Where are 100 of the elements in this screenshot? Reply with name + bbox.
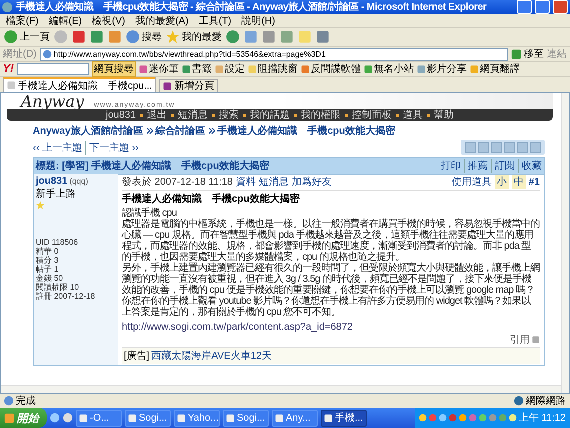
use-tools-link[interactable]: 使用道具	[452, 175, 492, 189]
ad-label: [廣告]	[124, 350, 150, 363]
post-link[interactable]: 短消息	[259, 175, 289, 189]
clock: 上午 11:12	[518, 412, 566, 425]
post-paragraph: 處理器是電腦的中樞系統，手機也是一樣。以往一般消費者在購買手機的時候，容易忽視手機當中的心臟 — cpu 規格。而在智慧型手機與 pda 手機越來越普及之後，這類手機往往需要處理大量的應用程式，而處理器的效能、規格，都會影響到手機的處理速度，漸漸受到消費者的討論。而非 pda 型的手機，也因需要處理大量的多媒體檔案，cpu 的規格也隨之提升。	[122, 219, 540, 263]
toolbar-item-icon	[470, 64, 479, 74]
author-stat: 閱讀權限 10	[36, 283, 80, 292]
toolbar-item-icon	[417, 64, 426, 74]
author-stat: 金錢 50	[36, 274, 64, 283]
address-label: 網址(D)	[3, 48, 37, 61]
nav-link[interactable]: 退出	[147, 108, 168, 122]
toolbar-item-icon	[301, 64, 310, 74]
zone-text: 網際網路	[526, 395, 566, 408]
post-link[interactable]: 資料	[236, 175, 256, 189]
post-paragraph: 另外，手機上建置內建瀏覽器已經有很久的一段時間了，但受限於頻寬大小與硬體效能，讓手機上網瀏覽的功能一直沒有被重視，但在進入 3g / 3.5g 的時代後，頻寬已經不是問題了，接下來便是手機效能的改善，手機的 cpu 便是手機效能的重要關鍵，你想要在你的手機上可以瀏覽 google map 嗎？你想在你的手機上觀看 youtube 影片嗎？你還想在手機上有許多方便易用的 widget 軟體嗎？如果以上答案是肯定的，那有關於手機的 cpu 您不可不知。	[122, 263, 540, 318]
author-stat: UID 118506	[36, 238, 80, 247]
window-icon	[324, 414, 333, 422]
menu-item[interactable]: 編輯(E)	[48, 14, 82, 28]
toolbar-button[interactable]: 反間諜軟體	[301, 62, 361, 76]
window-icon	[275, 414, 284, 422]
nav-link[interactable]: 控制面板	[352, 108, 392, 122]
toolbar-button[interactable]: 影片分享	[417, 62, 467, 76]
toolbar-button[interactable]: 迷你筆	[139, 62, 179, 76]
address-field[interactable]: http://www.anyway.com.tw/bbs/viewthread.php?tid=53546&extra=page%3D1	[40, 48, 508, 60]
toolbar-button[interactable]: 上一頁	[4, 30, 50, 44]
thread-title: 標題: [學習] 手機達人必備知識 手機cpu效能大揭密	[36, 160, 270, 173]
nav-link[interactable]: 幫助	[434, 108, 454, 122]
toolbar-button[interactable]: 書籤	[182, 62, 212, 76]
taskbar-button[interactable]: Any...	[272, 410, 318, 426]
author-nickname: (qqq)	[70, 177, 88, 186]
post-url-link[interactable]: http://www.sogi.com.tw/park/content.asp?a_id=6872	[122, 322, 540, 333]
toolbar-item-icon	[248, 64, 257, 74]
menu-item[interactable]: 檢視(V)	[92, 14, 126, 28]
window-title: 手機達人必備知識 手機cpu效能大揭密 - 綜合討論區 - Anyway旅人酒館/討論區 - Microsoft Internet Explorer	[16, 0, 488, 14]
nav-link[interactable]: 我的權限	[301, 108, 342, 122]
thread-action-link[interactable]: 打印	[441, 159, 461, 173]
status-text: 完成	[16, 394, 36, 408]
browser-tab[interactable]: 手機達人必備知識 手機cpu...	[3, 77, 156, 92]
window-icon	[177, 414, 186, 422]
nav-link[interactable]: jou831	[106, 110, 136, 120]
font-size-button[interactable]: 中	[512, 175, 526, 189]
author-stat: 帖子 1	[36, 265, 60, 274]
author-name[interactable]: jou831	[36, 176, 68, 187]
taskbar-button[interactable]: Sogi...	[223, 410, 269, 426]
horizontal-scrollbar[interactable]	[1, 385, 561, 393]
nav-link[interactable]: 短消息	[178, 108, 208, 122]
menu-item[interactable]: 說明(H)	[242, 14, 276, 28]
author-stat: 註冊 2007-12-18	[36, 292, 96, 301]
toolbar-item-icon	[215, 64, 224, 74]
go-button[interactable]: 移至	[511, 47, 544, 61]
window-icon	[226, 414, 235, 422]
star-icon	[36, 201, 45, 210]
web-search-button[interactable]: 網頁搜尋	[92, 61, 136, 77]
taskbar-button[interactable]: Sogi...	[125, 410, 171, 426]
post-title: 手機達人必備知識 手機cpu效能大揭密	[122, 192, 301, 206]
breadcrumb-chevron-icon	[146, 128, 153, 134]
toolbar-button[interactable]: 無名小站	[364, 62, 414, 76]
maximize-button[interactable]	[535, 0, 550, 14]
breadcrumb-link[interactable]: Anyway旅人酒館/討論區	[33, 124, 144, 138]
post-date: 發表於 2007-12-18 11:18	[122, 176, 233, 189]
next-topic-link[interactable]: 下一主題 ››	[85, 140, 139, 154]
thread-action-link[interactable]: 推薦	[464, 159, 488, 173]
taskbar-button[interactable]: -O...	[76, 410, 122, 426]
thread-action-link[interactable]: 收藏	[518, 159, 542, 173]
nav-link[interactable]: 道具	[403, 108, 424, 122]
ad-link[interactable]: 西藏太陽海岸AVE火車12天	[152, 349, 272, 363]
toolbar-item-icon	[139, 64, 148, 74]
close-button[interactable]	[553, 0, 568, 14]
prev-topic-link[interactable]: ‹‹ 上一主題	[33, 140, 82, 154]
toolbar-button[interactable]: 網頁翻譯	[470, 62, 520, 76]
nav-link[interactable]: 我的話題	[250, 108, 290, 122]
post-heading: 認識手機 cpu	[122, 208, 178, 219]
toolbar-button[interactable]: 設定	[215, 62, 245, 76]
taskbar-button[interactable]: Yaho...	[174, 410, 220, 426]
toolbar-logo[interactable]: Y!	[3, 63, 14, 75]
star-icon	[166, 30, 180, 44]
vertical-scrollbar[interactable]	[561, 93, 569, 393]
toolbar-item-icon	[364, 64, 373, 74]
breadcrumb-link[interactable]: 綜合討論區	[156, 124, 206, 138]
minimize-button[interactable]	[517, 0, 532, 14]
menu-item[interactable]: 檔案(F)	[6, 14, 39, 28]
toolbar-button[interactable]: 搜尋	[126, 30, 162, 44]
breadcrumb-link[interactable]: 手機達人必備知識 手機cpu效能大揭密	[218, 124, 396, 138]
thread-action-link[interactable]: 訂閱	[491, 159, 515, 173]
toolbar-button[interactable]: 我的最愛	[166, 30, 222, 44]
toolbar-item-icon	[182, 64, 191, 74]
window-icon	[79, 414, 88, 422]
toolbar-button[interactable]: 阻擋跳窗	[248, 62, 298, 76]
menu-item[interactable]: 工具(T)	[198, 14, 232, 28]
nav-link[interactable]: 搜索	[219, 108, 240, 122]
breadcrumb-chevron-icon	[208, 128, 215, 134]
menu-item[interactable]: 我的最愛(A)	[135, 14, 189, 28]
quote-link[interactable]: 引用	[510, 333, 530, 347]
post-link[interactable]: 加爲好友	[292, 175, 332, 189]
window-icon	[128, 414, 137, 422]
author-stat: 精華 0	[36, 247, 60, 256]
author-stat: 積分 3	[36, 256, 60, 265]
font-size-button[interactable]: 小	[494, 175, 509, 189]
taskbar-button[interactable]: 手機...	[321, 410, 367, 426]
search-field[interactable]	[17, 63, 89, 75]
